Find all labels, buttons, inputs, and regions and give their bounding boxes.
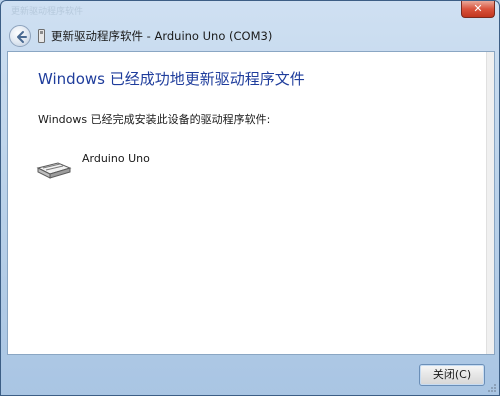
content-panel: Windows 已经成功地更新驱动程序文件 Windows 已经完成安装此设备的… xyxy=(7,51,495,355)
device-name: Arduino Uno xyxy=(82,152,150,165)
status-text: Windows 已经完成安装此设备的驱动程序软件: xyxy=(38,113,271,126)
dialog-footer: 关闭(C) xyxy=(7,356,495,394)
update-driver-window: 更新驱动程序软件 ✕ 更新驱动程序软件 - Arduino Uno (COM3)… xyxy=(0,0,500,396)
back-button[interactable] xyxy=(9,25,31,47)
window-close-button[interactable]: ✕ xyxy=(461,1,495,18)
device-small-icon xyxy=(38,29,45,43)
window-title-ghost: 更新驱动程序软件 xyxy=(11,7,84,17)
page-title: Windows 已经成功地更新驱动程序文件 xyxy=(38,70,305,88)
scrollbar[interactable] xyxy=(486,52,494,354)
title-bar[interactable]: 更新驱动程序软件 ✕ xyxy=(1,1,499,21)
navigation-bar: 更新驱动程序软件 - Arduino Uno (COM3) xyxy=(7,23,493,49)
resize-grip-icon[interactable] xyxy=(487,383,497,393)
device-icon xyxy=(36,162,72,179)
dialog-title: 更新驱动程序软件 - Arduino Uno (COM3) xyxy=(51,29,273,43)
back-arrow-icon xyxy=(17,31,27,43)
close-icon: ✕ xyxy=(473,2,483,15)
close-button[interactable]: 关闭(C) xyxy=(419,364,485,386)
